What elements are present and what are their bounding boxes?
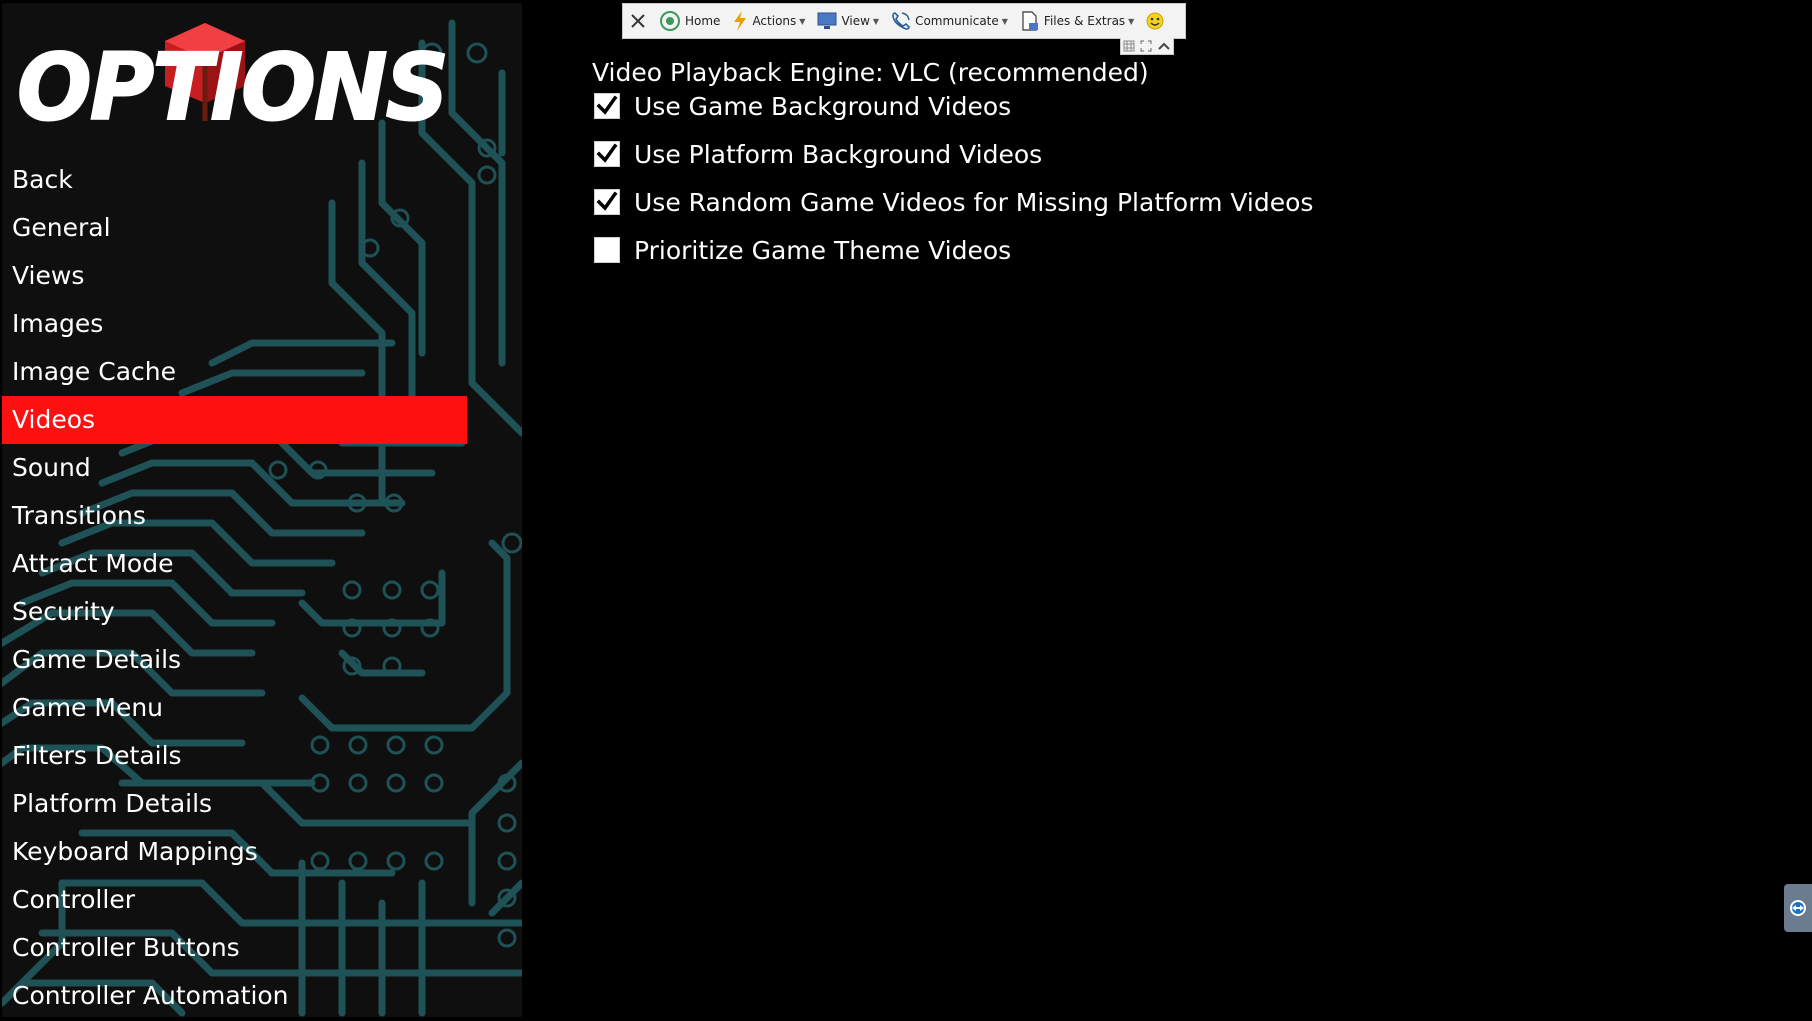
actions-menu[interactable]: Actions ▼: [732, 11, 805, 31]
video-playback-engine-label[interactable]: Video Playback Engine: VLC (recommended): [592, 58, 1149, 87]
options-menu: Back General Views Images Image Cache Videos S…: [2, 156, 522, 1017]
lightning-icon: [734, 11, 747, 31]
option-label: Use Random Game Videos for Missing Platf…: [634, 187, 1314, 217]
files-extras-label: Files & Extras: [1043, 14, 1126, 28]
menu-item-controller-buttons[interactable]: Controller Buttons: [2, 924, 467, 972]
option-use-platform-background-videos[interactable]: Use Platform Background Videos: [594, 138, 1042, 170]
files-extras-menu[interactable]: Files & Extras ▼: [1020, 11, 1134, 31]
chevron-down-icon: ▼: [872, 16, 880, 26]
menu-item-security[interactable]: Security: [2, 588, 467, 636]
option-use-game-background-videos[interactable]: Use Game Background Videos: [594, 90, 1011, 122]
phone-icon: [892, 12, 910, 30]
chevron-down-icon: ▼: [1001, 16, 1008, 26]
checkmark-icon: [596, 143, 618, 163]
menu-item-filters-details[interactable]: Filters Details: [2, 732, 467, 780]
logo-text: OPTIONS: [17, 34, 447, 141]
menu-item-game-menu[interactable]: Game Menu: [2, 684, 467, 732]
menu-item-videos[interactable]: Videos: [2, 396, 467, 444]
option-prioritize-game-theme-videos[interactable]: Prioritize Game Theme Videos: [594, 234, 1011, 266]
home-label: Home: [685, 14, 721, 28]
videos-settings-panel: Video Playback Engine: VLC (recommended)…: [522, 3, 1810, 1017]
checkbox-checked[interactable]: [594, 189, 620, 215]
menu-item-controller-automation[interactable]: Controller Automation: [2, 972, 467, 1017]
menu-item-controller[interactable]: Controller: [2, 876, 467, 924]
view-label: View: [841, 14, 870, 28]
menu-item-general[interactable]: General: [2, 204, 467, 252]
option-label: Use Platform Background Videos: [634, 139, 1043, 169]
menu-item-sound[interactable]: Sound: [2, 444, 467, 492]
option-label: Use Game Background Videos: [634, 91, 1012, 121]
option-use-random-game-videos-for-missing-platform-videos[interactable]: Use Random Game Videos for Missing Platf…: [594, 186, 1313, 218]
checkmark-icon: [596, 191, 618, 211]
toolbar-mini-controls: [1120, 38, 1174, 55]
feedback-button[interactable]: [1146, 12, 1168, 30]
checkmark-icon: [596, 95, 618, 115]
view-menu[interactable]: View ▼: [817, 12, 879, 30]
menu-item-attract-mode[interactable]: Attract Mode: [2, 540, 467, 588]
close-icon: [631, 14, 645, 28]
communicate-menu[interactable]: Communicate ▼: [891, 11, 1008, 31]
options-sidebar: OPTIONS Back General Views Images Image Cach…: [2, 3, 522, 1017]
smiley-icon: [1146, 12, 1164, 30]
checkbox-checked[interactable]: [594, 141, 620, 167]
actions-label: Actions: [752, 14, 797, 28]
grid-icon[interactable]: [1123, 40, 1135, 52]
collapse-icon[interactable]: [1157, 40, 1171, 52]
remote-side-tab[interactable]: [1784, 884, 1812, 932]
chevron-down-icon: ▼: [1128, 16, 1135, 26]
menu-item-back[interactable]: Back: [2, 156, 467, 204]
close-toolbar-button[interactable]: [629, 12, 651, 30]
checkbox-unchecked[interactable]: [594, 237, 620, 263]
menu-item-keyboard-mappings[interactable]: Keyboard Mappings: [2, 828, 467, 876]
chevron-down-icon: ▼: [799, 16, 806, 26]
home-button[interactable]: Home: [659, 10, 720, 32]
communicate-label: Communicate: [915, 14, 999, 28]
home-icon: [660, 11, 680, 31]
menu-item-images[interactable]: Images: [2, 300, 467, 348]
file-icon: [1022, 11, 1038, 31]
fullscreen-icon[interactable]: [1140, 40, 1152, 52]
menu-item-platform-details[interactable]: Platform Details: [2, 780, 467, 828]
menu-item-game-details[interactable]: Game Details: [2, 636, 467, 684]
teamviewer-icon: [1790, 900, 1806, 916]
options-logo: OPTIONS: [16, 23, 450, 141]
monitor-icon: [817, 12, 837, 29]
menu-item-image-cache[interactable]: Image Cache: [2, 348, 467, 396]
app-window: OPTIONS Back General Views Images Image Cach…: [0, 0, 1812, 1021]
option-label: Prioritize Game Theme Videos: [634, 235, 1012, 265]
menu-item-transitions[interactable]: Transitions: [2, 492, 467, 540]
checkbox-checked[interactable]: [594, 93, 620, 119]
remote-toolbar: Home Actions ▼ View ▼ Communicate ▼ File…: [622, 3, 1186, 39]
menu-item-views[interactable]: Views: [2, 252, 467, 300]
